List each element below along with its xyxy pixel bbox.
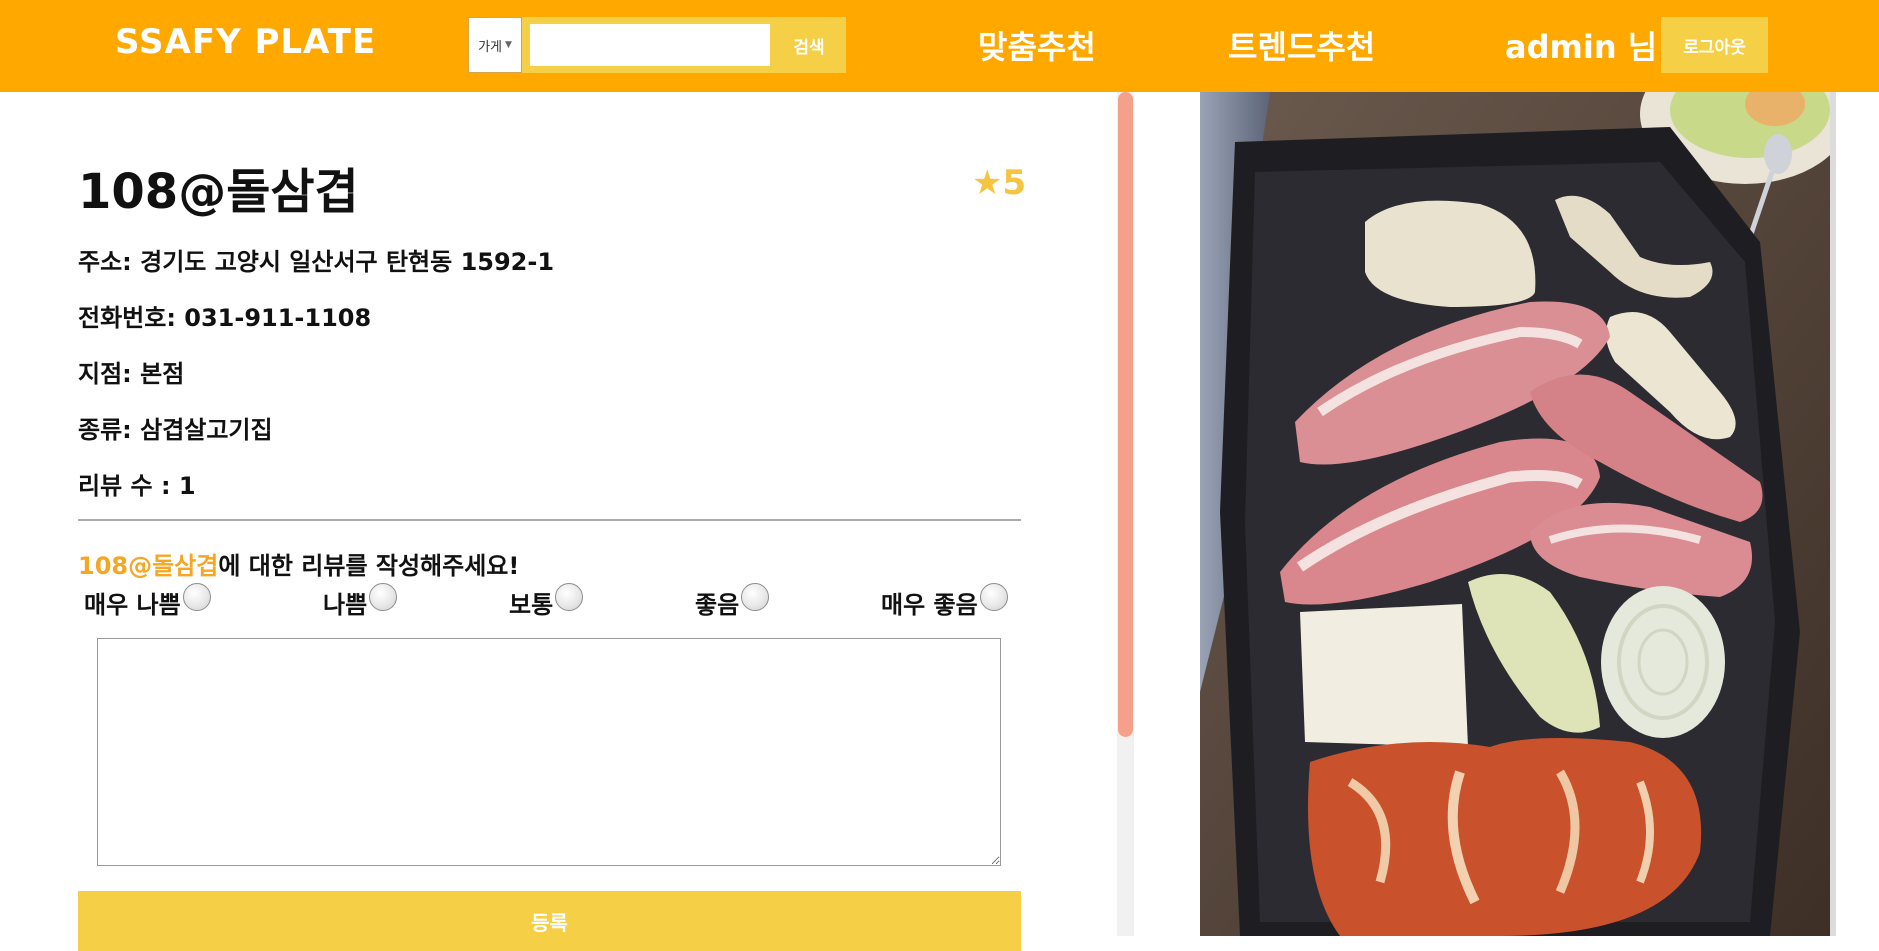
radio-button[interactable] [979, 583, 1008, 611]
nav-custom-recommend[interactable]: 맞춤추천 [978, 22, 1096, 68]
rating-option-label: 보통 [509, 591, 554, 619]
review-count: 리뷰 수 : 1 [78, 472, 196, 500]
chevron-down-icon: ▼ [505, 40, 512, 50]
restaurant-phone: 전화번호: 031-911-1108 [78, 304, 372, 332]
rating-option-bad[interactable]: 나쁨 [323, 583, 398, 620]
radio-button[interactable] [555, 583, 584, 611]
top-navbar: SSAFY PLATE 가게 ▼ 검색 맞춤추천 트렌드추천 admin 님 로… [0, 0, 1879, 92]
radio-button[interactable] [369, 583, 398, 611]
radio-button[interactable] [182, 583, 211, 611]
search-category-select[interactable]: 가게 ▼ [468, 17, 522, 73]
search-input[interactable] [530, 24, 770, 66]
restaurant-branch: 지점: 본점 [78, 360, 185, 388]
scrollbar-thumb[interactable] [1118, 92, 1133, 737]
search-bar: 검색 [522, 17, 846, 73]
user-greeting: admin 님 [1505, 28, 1658, 66]
submit-review-button[interactable]: 등록 [78, 891, 1021, 951]
rating-option-label: 좋음 [695, 591, 740, 619]
rating-option-label: 나쁨 [323, 591, 368, 619]
rating-option-very-good[interactable]: 매우 좋음 [881, 583, 1008, 620]
rating-option-label: 매우 나쁨 [84, 591, 181, 619]
search-category-value: 가게 [478, 39, 502, 55]
review-prompt: 108@돌삼겹에 대한 리뷰를 작성해주세요! [78, 546, 519, 581]
rating-option-normal[interactable]: 보통 [509, 583, 584, 620]
search-button[interactable]: 검색 [777, 24, 841, 66]
review-prompt-text: 에 대한 리뷰를 작성해주세요! [218, 552, 520, 580]
section-divider [78, 519, 1021, 521]
restaurant-name: 108@돌삼겹 [78, 164, 359, 220]
review-prompt-restaurant: 108@돌삼겹 [78, 552, 219, 580]
logout-button[interactable]: 로그아웃 [1661, 17, 1768, 73]
samgyeopsal-grill-image [1200, 92, 1836, 936]
brand-logo[interactable]: SSAFY PLATE [115, 22, 376, 62]
restaurant-category: 종류: 삼겹살고기집 [78, 416, 273, 444]
food-photo [1200, 92, 1836, 936]
rating-badge: ★5 [972, 163, 1027, 203]
restaurant-address: 주소: 경기도 고양시 일산서구 탄현동 1592-1 [78, 248, 555, 276]
rating-option-label: 매우 좋음 [881, 591, 978, 619]
radio-button[interactable] [741, 583, 770, 611]
review-textarea[interactable] [97, 638, 1001, 866]
rating-option-good[interactable]: 좋음 [695, 583, 770, 620]
nav-trend-recommend[interactable]: 트렌드추천 [1228, 22, 1375, 68]
rating-option-very-bad[interactable]: 매우 나쁨 [84, 583, 211, 620]
